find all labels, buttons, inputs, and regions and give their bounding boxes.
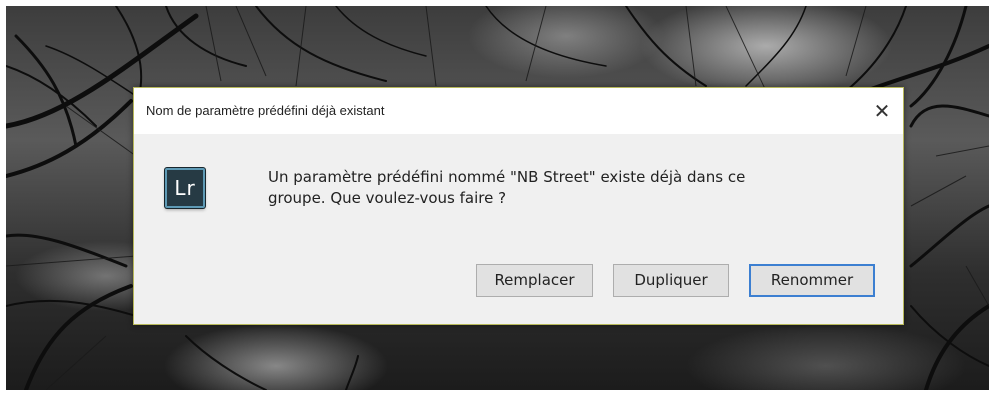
- duplicate-button[interactable]: Dupliquer: [613, 264, 729, 297]
- replace-button[interactable]: Remplacer: [476, 264, 593, 297]
- dialog-titlebar: Nom de paramètre prédéfini déjà existant…: [134, 88, 903, 134]
- dialog-message: Un paramètre prédéfini nommé "NB Street"…: [268, 167, 868, 209]
- close-icon[interactable]: ✕: [867, 96, 897, 126]
- dialog-message-line-2: groupe. Que voulez-vous faire ?: [268, 189, 507, 207]
- dialog-message-line-1: Un paramètre prédéfini nommé "NB Street"…: [268, 168, 746, 186]
- rename-button[interactable]: Renommer: [749, 264, 875, 297]
- preset-exists-dialog: Nom de paramètre prédéfini déjà existant…: [133, 87, 904, 325]
- dialog-title: Nom de paramètre prédéfini déjà existant: [146, 103, 385, 118]
- lightroom-app-icon: Lr: [165, 168, 205, 208]
